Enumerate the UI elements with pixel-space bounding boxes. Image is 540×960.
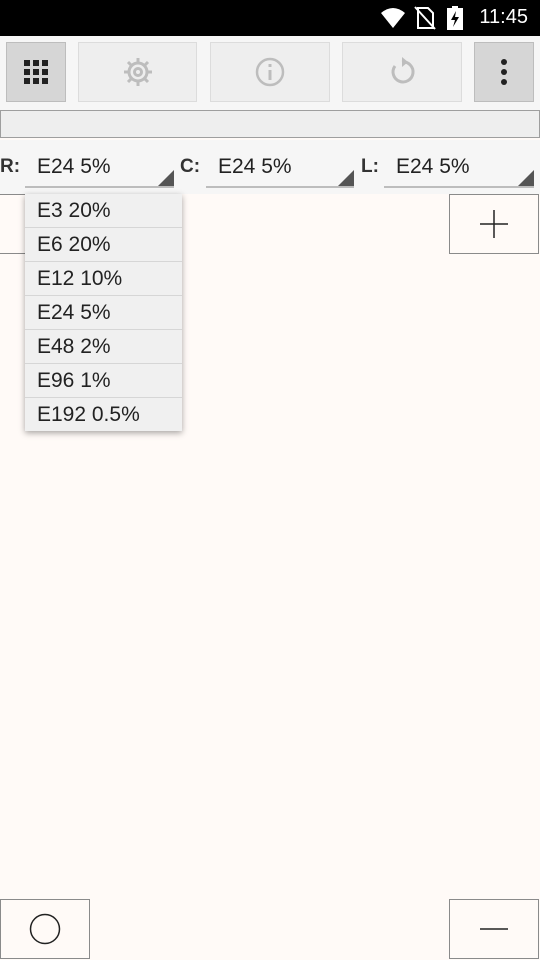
settings-icon: [123, 58, 152, 86]
result-bar: [0, 110, 540, 138]
dropdown-option[interactable]: E24 5%: [25, 296, 182, 330]
dropdown-option[interactable]: E3 20%: [25, 194, 182, 228]
circle-icon: [29, 913, 61, 945]
remove-icon: [480, 928, 508, 930]
add-icon: [480, 210, 508, 238]
refresh-button[interactable]: [342, 42, 462, 102]
c-label: C:: [180, 156, 201, 177]
remove-button[interactable]: [449, 899, 539, 959]
circle-button[interactable]: [0, 899, 90, 959]
c-series-value: E24 5%: [218, 155, 292, 178]
no-sim-icon: [414, 6, 436, 30]
dropdown-arrow-icon: [518, 170, 534, 186]
dropdown-option[interactable]: E96 1%: [25, 364, 182, 398]
grid-button[interactable]: [6, 42, 66, 102]
top-left-button[interactable]: [0, 194, 28, 254]
info-icon: [255, 57, 285, 87]
dropdown-option[interactable]: E6 20%: [25, 228, 182, 262]
dropdown-option[interactable]: E192 0.5%: [25, 398, 182, 432]
settings-button[interactable]: [78, 42, 197, 102]
wifi-icon: [381, 8, 405, 28]
r-label: R:: [0, 156, 21, 177]
dropdown-arrow-icon: [338, 170, 354, 186]
l-series-value: E24 5%: [396, 155, 470, 178]
battery-charging-icon: [447, 6, 463, 30]
status-bar: 11:45: [0, 0, 540, 36]
series-selector-row: R: E24 5% C: E24 5% L: E24 5%: [0, 140, 540, 194]
more-vert-icon: [501, 59, 507, 85]
dropdown-arrow-icon: [158, 170, 174, 186]
c-series-spinner[interactable]: E24 5%: [206, 140, 354, 188]
dropdown-option[interactable]: E12 10%: [25, 262, 182, 296]
r-series-value: E24 5%: [37, 155, 111, 178]
status-clock: 11:45: [479, 6, 528, 28]
info-button[interactable]: [210, 42, 330, 102]
r-series-spinner[interactable]: E24 5%: [25, 140, 174, 188]
toolbar: [0, 36, 540, 110]
refresh-icon: [391, 57, 415, 84]
more-options-button[interactable]: [474, 42, 534, 102]
dropdown-option[interactable]: E48 2%: [25, 330, 182, 364]
l-label: L:: [361, 156, 379, 177]
add-button[interactable]: [449, 194, 539, 254]
l-series-spinner[interactable]: E24 5%: [384, 140, 534, 188]
series-dropdown-list: E3 20% E6 20% E12 10% E24 5% E48 2% E96 …: [25, 194, 182, 431]
grid-icon: [24, 60, 48, 84]
